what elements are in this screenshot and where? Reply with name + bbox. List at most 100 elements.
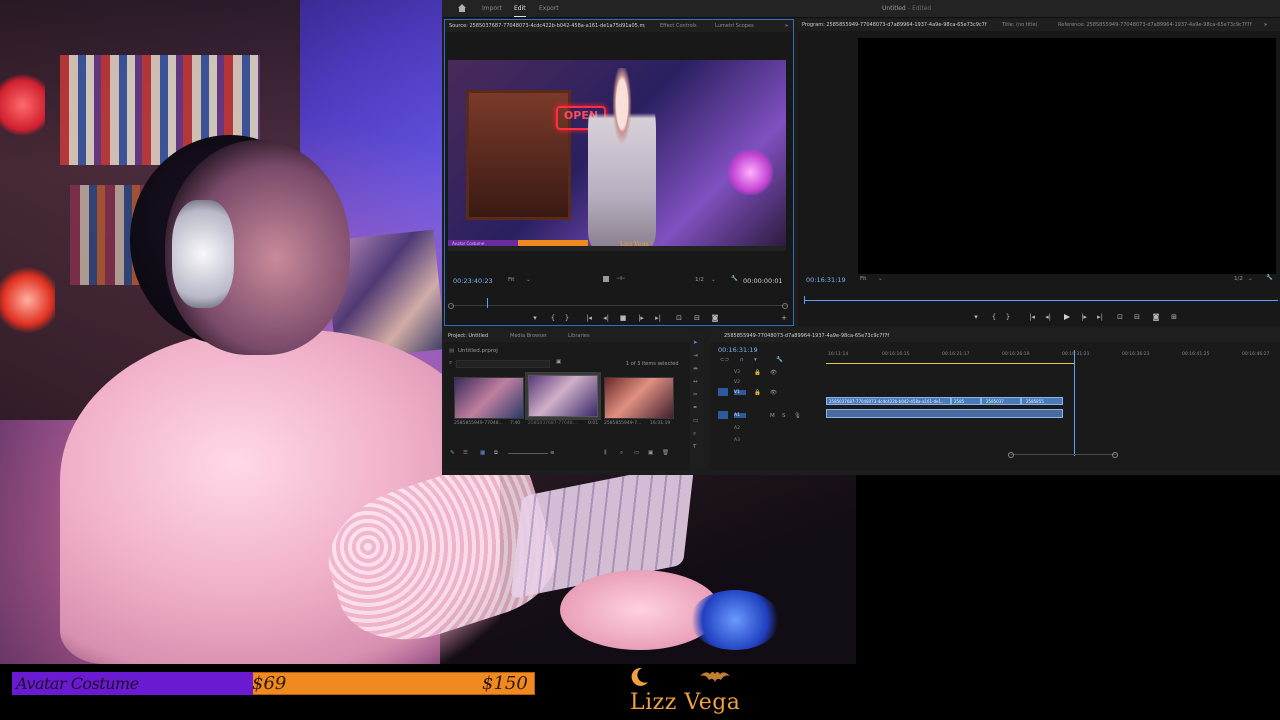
zoom-handle-left[interactable] bbox=[1008, 452, 1014, 458]
ripple-edit-tool-icon[interactable]: ⇹ bbox=[693, 366, 698, 372]
stop-icon[interactable] bbox=[603, 276, 609, 282]
timeline-settings-icon[interactable]: 🔧 bbox=[776, 357, 783, 363]
track-label-a1[interactable]: A1 bbox=[734, 413, 746, 418]
program-monitor[interactable]: Program: 2585855949-77048073-d7a89964-19… bbox=[798, 19, 1280, 326]
tab-source[interactable]: Source: 2585037687-77048073-4cdc422b-b04… bbox=[449, 23, 645, 29]
timeline-timecode[interactable]: 00:16:31:19 bbox=[718, 346, 758, 354]
snap-icon[interactable]: ⊂⊃ bbox=[720, 357, 729, 363]
comparison-view-icon[interactable]: ⊞ bbox=[1170, 313, 1178, 321]
timeline-zoom-bar[interactable] bbox=[1010, 454, 1116, 455]
new-item-icon[interactable]: ▣ bbox=[648, 450, 653, 456]
home-icon[interactable] bbox=[458, 4, 466, 12]
program-viewer[interactable] bbox=[858, 38, 1276, 274]
trash-icon[interactable]: 🗑 bbox=[662, 450, 669, 456]
video-clip[interactable]: 2585037 bbox=[981, 397, 1021, 405]
sort-icon[interactable]: ≡ bbox=[550, 450, 555, 456]
program-fit-select[interactable]: Fit bbox=[860, 276, 866, 282]
source-patch-a1[interactable] bbox=[718, 411, 728, 419]
project-item-thumb[interactable] bbox=[454, 377, 524, 419]
source-playhead[interactable] bbox=[487, 298, 488, 308]
lock-icon[interactable]: 🔒 bbox=[754, 390, 761, 396]
mic-icon[interactable]: 🎙 bbox=[794, 413, 801, 419]
tab-effect-controls[interactable]: Effect Controls bbox=[660, 23, 697, 29]
go-to-in-icon[interactable]: |◂ bbox=[1028, 313, 1036, 321]
track-label-v1[interactable]: V1 bbox=[734, 390, 746, 395]
project-panel[interactable]: Project: Untitled Media Browser Librarie… bbox=[444, 330, 702, 470]
video-clip[interactable]: 2585855 bbox=[1021, 397, 1063, 405]
camera-icon[interactable]: ◙ bbox=[1152, 313, 1160, 321]
wrench-icon[interactable]: 🔧 bbox=[731, 276, 738, 282]
linked-select-icon[interactable]: ∩ bbox=[740, 357, 744, 363]
razor-tool-icon[interactable]: ✂ bbox=[693, 392, 698, 398]
program-scrub-bar[interactable] bbox=[804, 300, 1278, 301]
pen-icon[interactable]: ✎ bbox=[450, 450, 455, 456]
new-bin-icon[interactable]: ▭ bbox=[634, 450, 639, 456]
add-marker-icon[interactable]: ▾ bbox=[972, 313, 980, 321]
slip-tool-icon[interactable]: ↔ bbox=[693, 379, 698, 385]
stop-button-icon[interactable]: ■ bbox=[619, 314, 627, 322]
search-icon[interactable]: ⌕ bbox=[449, 360, 452, 367]
mute-icon[interactable]: M bbox=[770, 413, 775, 419]
mark-out-icon[interactable]: } bbox=[1004, 313, 1012, 321]
source-viewer[interactable]: OPEN Avatar Costume Lizz Vega bbox=[448, 60, 786, 251]
video-clip[interactable]: 2585037687-77048073-4cdc422b-b042-458a-a… bbox=[826, 397, 951, 405]
play-icon[interactable] bbox=[1064, 314, 1070, 320]
video-clip[interactable]: 2585 bbox=[951, 397, 981, 405]
track-select-tool-icon[interactable]: ⇥ bbox=[693, 353, 698, 359]
audio-clip[interactable] bbox=[826, 409, 1063, 418]
source-patch-v1[interactable] bbox=[718, 388, 728, 396]
chevron-down-icon[interactable]: ⌄ bbox=[711, 277, 716, 283]
tab-title[interactable]: Title: (no title) bbox=[1002, 22, 1037, 28]
nav-import[interactable]: Import bbox=[482, 5, 502, 12]
button-editor-icon[interactable]: + bbox=[780, 314, 788, 322]
zoom-slider[interactable] bbox=[508, 453, 548, 454]
selection-tool-icon[interactable]: ➤ bbox=[693, 340, 698, 346]
freeform-view-icon[interactable]: ⧉ bbox=[494, 450, 498, 457]
find-icon[interactable]: ⌕ bbox=[620, 450, 623, 457]
mark-in-icon[interactable]: { bbox=[549, 314, 557, 322]
camera-icon[interactable]: ◙ bbox=[711, 314, 719, 322]
step-forward-icon[interactable]: |▸ bbox=[637, 314, 645, 322]
tab-reference[interactable]: Reference: 2585855949-77048073-d7a89964-… bbox=[1058, 22, 1252, 28]
scroll-handle-left[interactable] bbox=[448, 303, 454, 309]
overwrite-clip-icon[interactable]: ⊟ bbox=[693, 314, 701, 322]
nav-edit[interactable]: Edit bbox=[514, 5, 526, 17]
tab-program[interactable]: Program: 2585855949-77048073-d7a89964-19… bbox=[802, 22, 987, 28]
pen-tool-icon[interactable]: ✒ bbox=[693, 405, 698, 411]
tab-sequence[interactable]: 2585855949-77048073-d7a89964-1937-4a9e-9… bbox=[724, 333, 889, 339]
list-view-icon[interactable]: ☰ bbox=[463, 450, 468, 456]
eye-icon[interactable]: 👁 bbox=[770, 390, 777, 396]
source-timecode[interactable]: 00:23:40:23 bbox=[453, 277, 493, 285]
source-fit-select[interactable]: Fit bbox=[508, 277, 514, 283]
panel-overflow-icon[interactable]: » bbox=[785, 23, 788, 29]
step-forward-icon[interactable]: |▸ bbox=[1080, 313, 1088, 321]
source-monitor[interactable]: Source: 2585037687-77048073-4cdc422b-b04… bbox=[444, 19, 794, 326]
lock-icon[interactable]: 🔒 bbox=[754, 370, 761, 376]
lift-icon[interactable]: ⊡ bbox=[1116, 313, 1124, 321]
search-input[interactable] bbox=[456, 360, 550, 368]
timeline-playhead[interactable] bbox=[1074, 350, 1075, 456]
mark-in-icon[interactable]: { bbox=[990, 313, 998, 321]
zoom-tool-icon[interactable]: ⌕ bbox=[693, 431, 696, 438]
scroll-handle-right[interactable] bbox=[782, 303, 788, 309]
chevron-down-icon[interactable]: ⌄ bbox=[878, 276, 883, 282]
icon-view-icon[interactable]: ▦ bbox=[480, 450, 485, 456]
chevron-down-icon[interactable]: ⌄ bbox=[526, 277, 531, 283]
program-timecode[interactable]: 00:16:31:19 bbox=[806, 276, 846, 284]
wrench-icon[interactable]: 🔧 bbox=[1266, 275, 1273, 281]
zoom-handle-right[interactable] bbox=[1112, 452, 1118, 458]
solo-icon[interactable]: S bbox=[782, 413, 786, 419]
step-back-icon[interactable]: ◂| bbox=[602, 314, 610, 322]
project-item-thumb-selected[interactable] bbox=[528, 375, 598, 417]
insert-clip-icon[interactable]: ⊡ bbox=[675, 314, 683, 322]
tab-lumetri-scopes[interactable]: Lumetri Scopes bbox=[715, 23, 754, 29]
tab-media-browser[interactable]: Media Browser bbox=[510, 333, 547, 339]
source-scrub-bar[interactable] bbox=[451, 305, 787, 306]
type-tool-icon[interactable]: T bbox=[693, 444, 696, 450]
new-bin-icon[interactable]: ▣ bbox=[556, 359, 561, 365]
step-back-icon[interactable]: ◂| bbox=[1044, 313, 1052, 321]
project-item-thumb[interactable] bbox=[604, 377, 674, 419]
timeline-panel[interactable]: 2585855949-77048073-d7a89964-1937-4a9e-9… bbox=[710, 330, 1280, 470]
source-resolution[interactable]: 1/2 bbox=[695, 277, 704, 283]
insert-icon[interactable]: ⊣⊢ bbox=[616, 276, 626, 282]
